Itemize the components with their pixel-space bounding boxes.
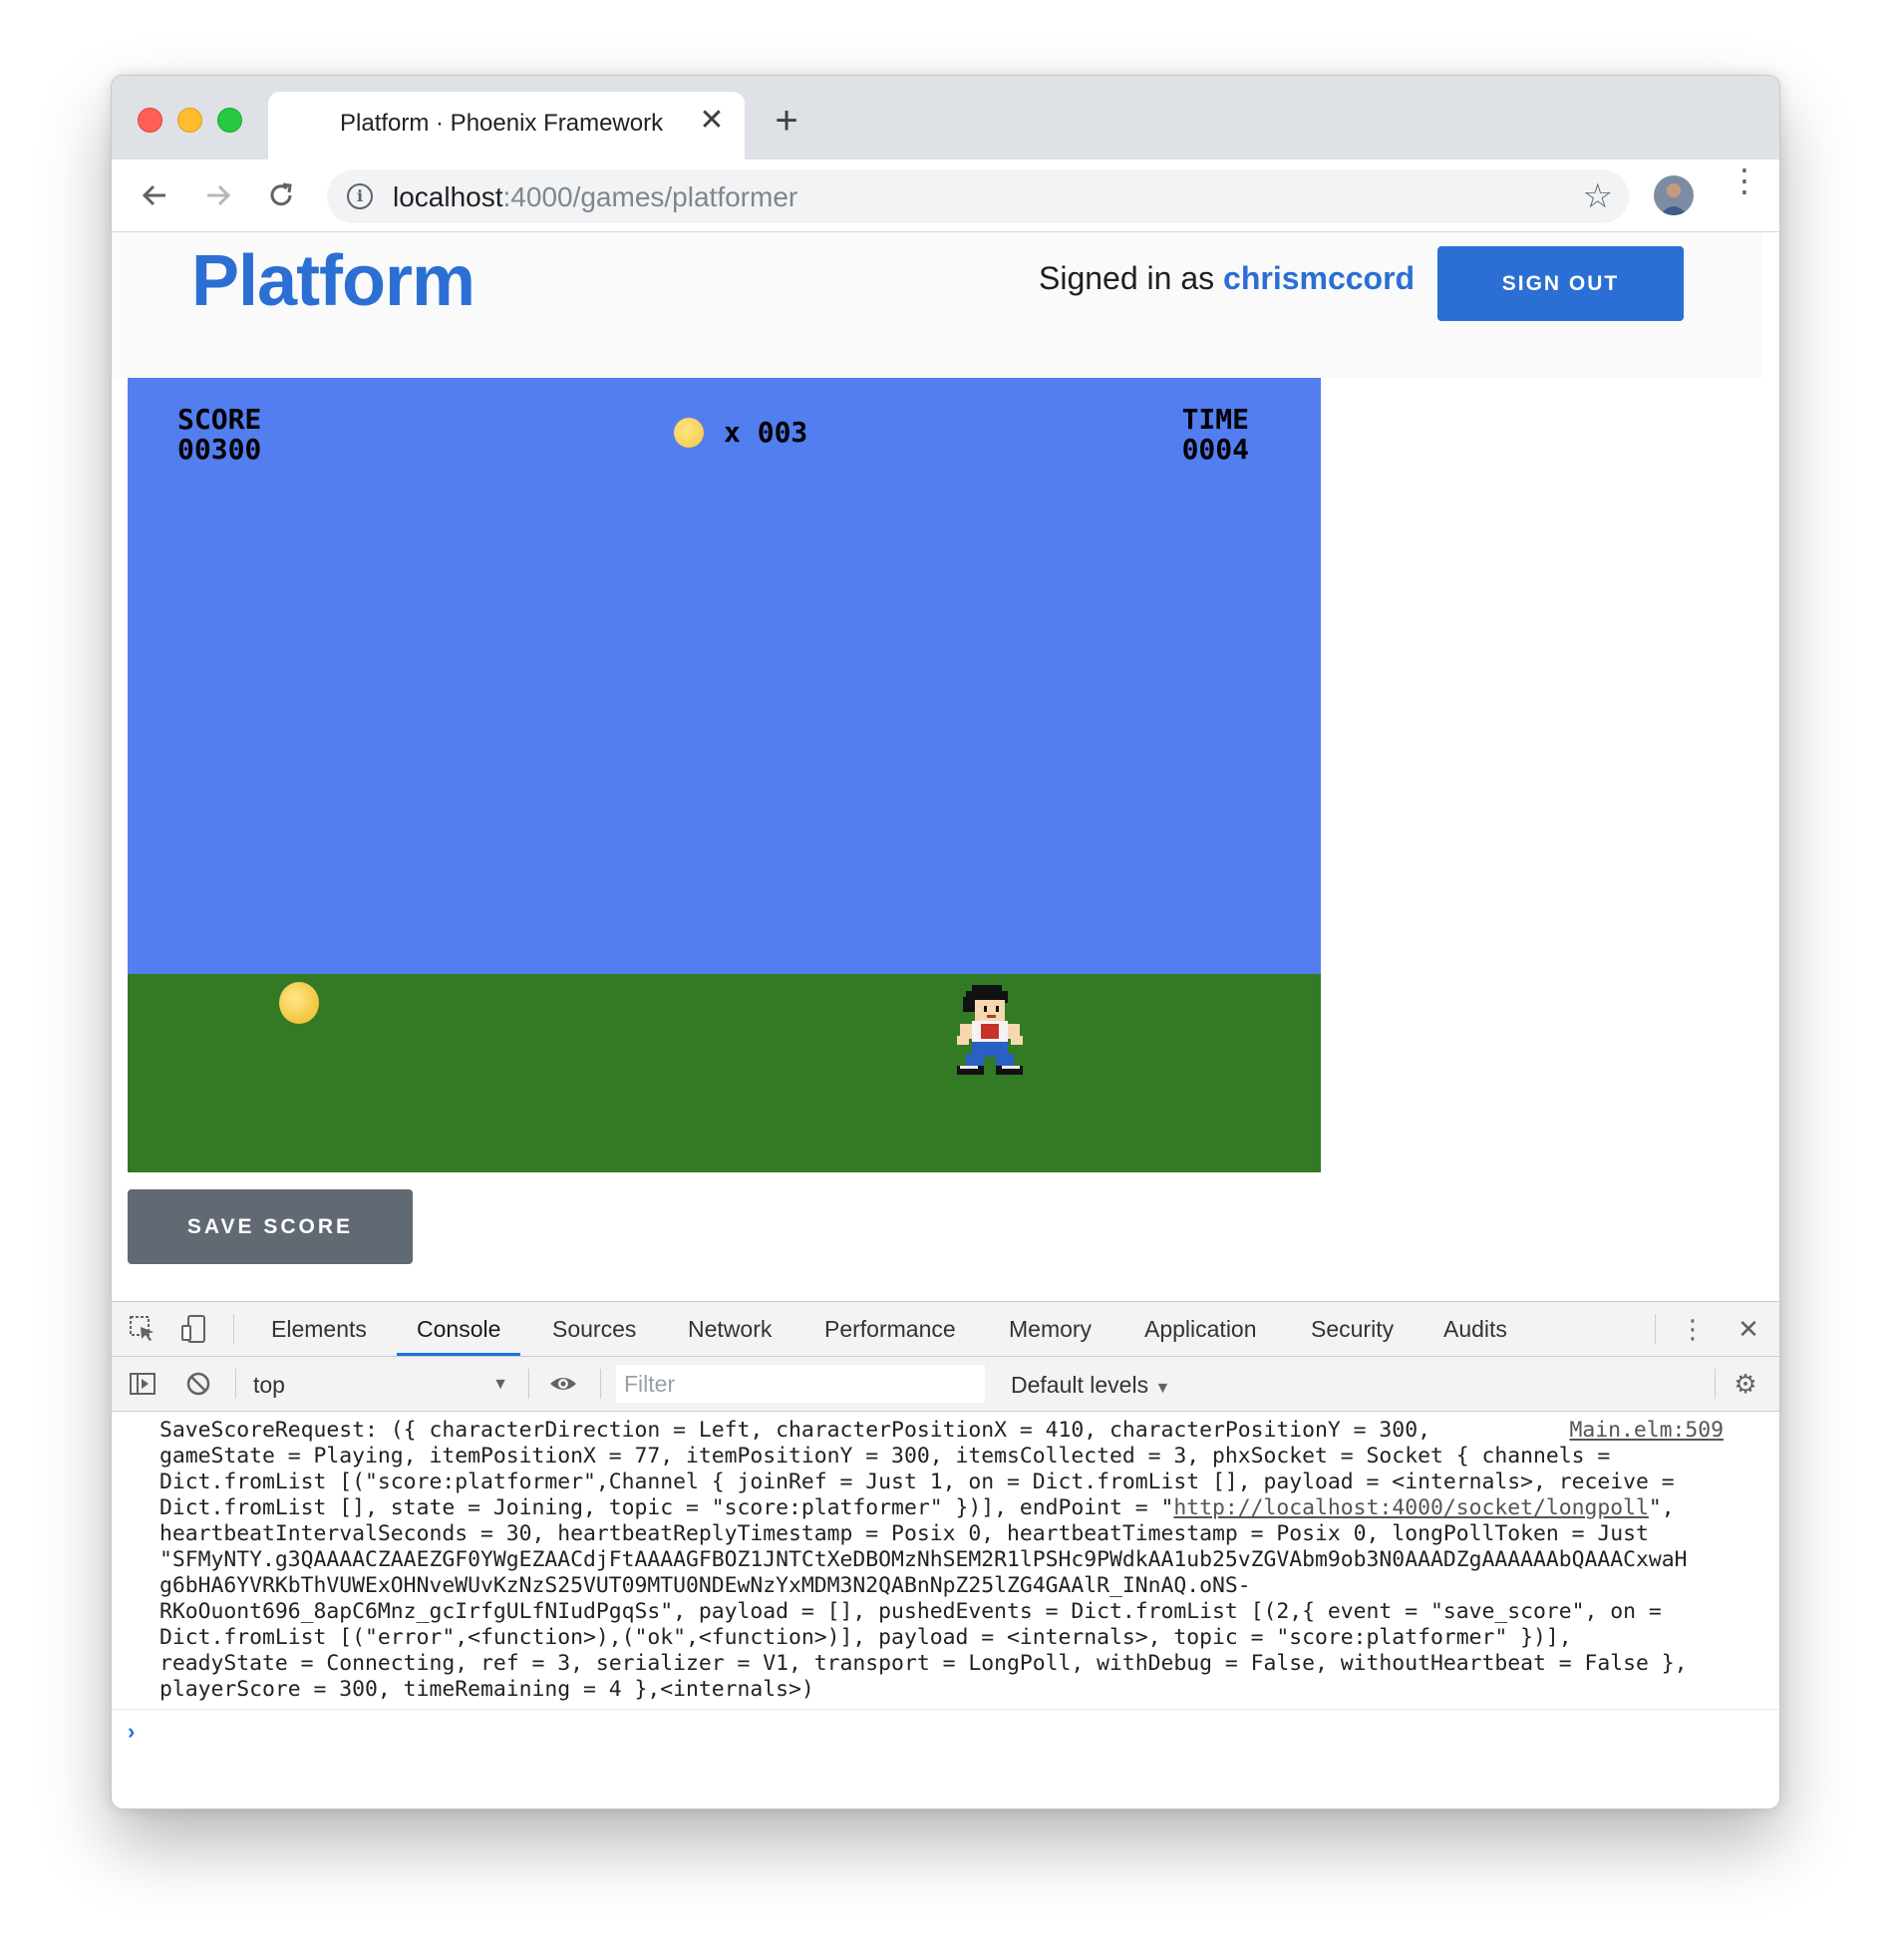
tab-strip: Platform · Phoenix Framework ✕ +: [112, 76, 1779, 160]
console-output: SaveScoreRequest: ({ characterDirection …: [112, 1412, 1779, 1710]
console-log-link[interactable]: http://localhost:4000/socket/longpoll: [1173, 1495, 1649, 1520]
inspect-element-icon[interactable]: [128, 1314, 158, 1344]
tab-security[interactable]: Security: [1311, 1302, 1394, 1356]
dropdown-arrow-icon: ▼: [492, 1376, 508, 1393]
back-arrow-icon[interactable]: [136, 175, 175, 215]
devtools-panel: Elements Console Sources Network Perform…: [112, 1301, 1779, 1808]
console-filter-input[interactable]: Filter: [616, 1365, 985, 1403]
player-character: [957, 985, 1023, 1075]
device-toolbar-icon[interactable]: [179, 1314, 209, 1344]
devtools-tab-bar: Elements Console Sources Network Perform…: [112, 1302, 1779, 1357]
tab-sources[interactable]: Sources: [552, 1302, 636, 1356]
devtools-separator: [528, 1369, 529, 1399]
devtools-menu-icon[interactable]: ⋮: [1678, 1314, 1708, 1344]
time-label: TIME: [1181, 403, 1249, 436]
coin-icon: [674, 418, 704, 448]
devtools-separator: [233, 1314, 234, 1344]
coin-counter: x 003: [674, 418, 807, 448]
tab-title: Platform · Phoenix Framework: [340, 110, 664, 137]
browser-tab[interactable]: Platform · Phoenix Framework ✕: [268, 92, 745, 160]
score-value: 00300: [177, 433, 262, 466]
console-toolbar: top ▼ Filter Default levels ▼ ⚙: [112, 1357, 1779, 1412]
profile-avatar[interactable]: [1654, 175, 1694, 215]
console-prompt-chevron-icon[interactable]: ›: [128, 1719, 135, 1745]
devtools-separator: [1655, 1314, 1656, 1344]
address-bar[interactable]: i localhost:4000/games/platformer ☆: [327, 169, 1629, 223]
bookmark-star-icon[interactable]: ☆: [1583, 177, 1613, 215]
tab-close-icon[interactable]: ✕: [697, 106, 727, 136]
url-text[interactable]: localhost:4000/games/platformer: [393, 181, 797, 213]
context-value: top: [253, 1372, 285, 1398]
web-page: Platform Signed in as chrismccord SIGN O…: [112, 232, 1779, 1371]
dropdown-arrow-icon: ▼: [1154, 1380, 1171, 1397]
browser-menu-icon[interactable]: ⋮: [1729, 164, 1760, 217]
score-display: SCORE 00300: [177, 405, 261, 465]
score-label: SCORE: [177, 403, 262, 436]
context-select[interactable]: top ▼: [253, 1370, 512, 1400]
browser-toolbar: i localhost:4000/games/platformer ☆ ⋮: [112, 160, 1779, 232]
devtools-separator: [235, 1369, 236, 1399]
reload-icon[interactable]: [261, 175, 301, 215]
time-value: 0004: [1181, 433, 1249, 466]
tab-memory[interactable]: Memory: [1009, 1302, 1092, 1356]
tab-network[interactable]: Network: [688, 1302, 772, 1356]
browser-window: Platform · Phoenix Framework ✕ + i local…: [111, 75, 1780, 1809]
clear-console-icon[interactable]: [183, 1369, 213, 1399]
sign-out-button[interactable]: SIGN OUT: [1437, 246, 1684, 321]
site-header: Platform Signed in as chrismccord SIGN O…: [112, 232, 1762, 378]
live-expression-eye-icon[interactable]: [548, 1369, 578, 1399]
signed-in-prefix: Signed in as: [1039, 260, 1224, 296]
console-log-message[interactable]: SaveScoreRequest: ({ characterDirection …: [159, 1418, 1735, 1703]
console-settings-gear-icon[interactable]: ⚙: [1731, 1369, 1760, 1399]
log-levels-value: Default levels: [1011, 1372, 1149, 1398]
tab-application[interactable]: Application: [1144, 1302, 1257, 1356]
username-link[interactable]: chrismccord: [1223, 260, 1415, 296]
close-window-button[interactable]: [138, 108, 162, 133]
tab-elements[interactable]: Elements: [271, 1302, 367, 1356]
show-sidebar-icon[interactable]: [128, 1369, 158, 1399]
info-icon[interactable]: i: [347, 183, 373, 209]
devtools-separator: [1715, 1369, 1716, 1399]
coin-item: [279, 982, 319, 1024]
site-logo[interactable]: Platform: [191, 240, 475, 322]
new-tab-button[interactable]: +: [769, 101, 804, 141]
console-log-source-link[interactable]: Main.elm:509: [1569, 1418, 1724, 1444]
close-devtools-icon[interactable]: ✕: [1734, 1314, 1763, 1344]
tab-console[interactable]: Console: [396, 1302, 521, 1356]
save-score-button[interactable]: SAVE SCORE: [128, 1189, 413, 1264]
maximize-window-button[interactable]: [217, 108, 242, 133]
minimize-window-button[interactable]: [177, 108, 202, 133]
devtools-separator: [600, 1369, 601, 1399]
time-display: TIME 0004: [1182, 405, 1249, 465]
coin-count: x 003: [724, 416, 808, 449]
log-levels-select[interactable]: Default levels ▼: [1011, 1370, 1170, 1404]
signed-in-status: Signed in as chrismccord: [1039, 260, 1415, 297]
tab-audits[interactable]: Audits: [1443, 1302, 1507, 1356]
tab-performance[interactable]: Performance: [824, 1302, 956, 1356]
forward-arrow-icon[interactable]: [197, 175, 237, 215]
game-canvas[interactable]: SCORE 00300 x 003 TIME 0004: [128, 378, 1321, 1172]
